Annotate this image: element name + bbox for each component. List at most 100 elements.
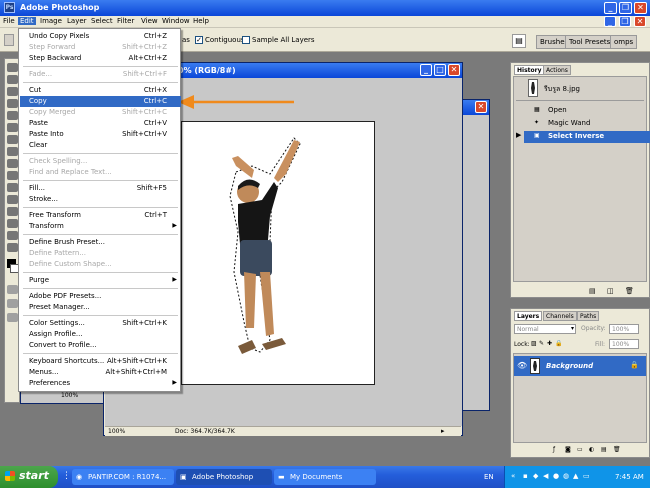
screen-mode-icon[interactable] [7,299,18,308]
restore-button[interactable]: ❐ [619,2,632,14]
adjustment-layer-icon[interactable]: ◐ [589,446,594,453]
start-button[interactable]: start [0,466,58,488]
menu-help[interactable]: Help [193,17,209,25]
gradient-tool-icon[interactable] [7,147,18,156]
doc-restore-button[interactable]: ❐ [619,16,631,27]
tray-chat-icon[interactable]: ◍ [563,472,569,480]
tab-paths[interactable]: Paths [577,311,600,321]
shape-tool-icon[interactable] [7,195,18,204]
menu-item-purge[interactable]: Purge ▶ [20,275,181,286]
tab-channels[interactable]: Channels [543,311,577,321]
menu-item-menus[interactable]: Menus... Alt+Shift+Ctrl+M [20,367,181,378]
menu-item-fill[interactable]: Fill... Shift+F5 [20,183,181,194]
healing-tool-icon[interactable] [7,99,18,108]
tray-shield-icon[interactable]: ◆ [533,472,538,480]
close-button[interactable]: ✕ [634,2,647,14]
history-snapshot-label[interactable]: รีบรูล 8.jpg [544,84,580,95]
opacity-field[interactable]: 100% [609,324,639,334]
file-browser-icon[interactable]: ▤ [512,34,526,48]
fill-field[interactable]: 100% [609,339,639,349]
tray-collapse-icon[interactable]: « [511,472,515,480]
tab-history[interactable]: History [514,65,545,75]
dodge-tool-icon[interactable] [7,159,18,168]
add-layer-style-icon[interactable]: ƒ [553,446,555,453]
lock-transparency-icon[interactable]: ▨ [531,340,537,347]
stamp-tool-icon[interactable] [7,123,18,132]
menu-select[interactable]: Select [91,17,113,25]
crop-tool-icon[interactable] [7,87,18,96]
menu-item-preferences[interactable]: Preferences ▶ [20,378,181,389]
move-tool-icon[interactable] [7,63,18,72]
document-close-button[interactable]: ✕ [448,64,460,76]
history-snapshot-thumbnail[interactable] [528,79,538,97]
tab-actions[interactable]: Actions [543,65,571,75]
delete-state-icon[interactable]: 🗑 [625,287,634,295]
hand-tool-icon[interactable] [7,231,18,240]
new-group-icon[interactable]: ▭ [577,446,583,453]
menu-window[interactable]: Window [162,17,190,25]
pen-tool-icon[interactable] [7,171,18,180]
tray-network-icon[interactable]: ▪ [523,472,528,480]
menu-item-transform[interactable]: Transform ▶ [20,221,181,232]
image-canvas[interactable] [181,121,375,385]
tab-comps[interactable]: omps [610,35,638,49]
task-adobe-photoshop[interactable]: ▣ Adobe Photoshop [176,469,272,485]
eyedropper-tool-icon[interactable] [7,219,18,228]
lock-image-icon[interactable]: ✎ [539,340,544,347]
doc-minimize-button[interactable]: _ [604,16,616,27]
zoom-level[interactable]: 100% [108,428,125,435]
brush-tool-icon[interactable] [7,111,18,120]
menu-item-define-brush-preset[interactable]: Define Brush Preset... [20,237,181,248]
history-item-magic-wand[interactable]: ✦ Magic Wand [524,118,650,130]
menu-item-clear[interactable]: Clear [20,140,181,151]
type-tool-icon[interactable] [7,183,18,192]
document-minimize-button[interactable]: _ [420,64,432,76]
task-pantip[interactable]: ◉ PANTIP.COM : R1074... [72,469,174,485]
imageready-icon[interactable] [7,313,18,322]
eye-icon[interactable]: 👁 [517,361,527,370]
new-layer-icon[interactable]: ▤ [601,446,607,453]
history-item-select-inverse[interactable]: ▣ Select Inverse [524,131,650,143]
document-maximize-button[interactable]: □ [434,64,446,76]
contiguous-checkbox[interactable]: ✓ [195,36,203,44]
lasso-tool-icon[interactable] [7,75,18,84]
lock-position-icon[interactable]: ✚ [547,340,552,347]
delete-layer-icon[interactable]: 🗑 [613,446,621,453]
secondary-close-button[interactable]: ✕ [475,101,487,113]
new-document-from-state-icon[interactable]: ▤ [589,287,596,295]
background-doc-window[interactable]: 100% [20,390,105,404]
menu-item-paste-into[interactable]: Paste Into Shift+Ctrl+V [20,129,181,140]
clock[interactable]: 7:45 AM [615,473,644,481]
menu-item-color-settings[interactable]: Color Settings... Shift+Ctrl+K [20,318,181,329]
menu-item-undo-copy-pixels[interactable]: Undo Copy Pixels Ctrl+Z [20,31,181,42]
zoom-tool-icon[interactable] [7,243,18,252]
status-scroll-right-icon[interactable]: ▸ [441,427,445,435]
eraser-tool-icon[interactable] [7,135,18,144]
doc-close-button[interactable]: ✕ [634,16,646,27]
menu-view[interactable]: View [141,17,158,25]
tray-monitor-icon[interactable]: ▭ [583,472,590,480]
task-my-documents[interactable]: ▬ My Documents [274,469,376,485]
language-indicator[interactable]: EN [484,473,494,481]
menu-item-keyboard-shortcuts[interactable]: Keyboard Shortcuts... Alt+Shift+Ctrl+K [20,356,181,367]
menu-item-copy[interactable]: Copy Ctrl+C [20,96,181,107]
menu-image[interactable]: Image [40,17,62,25]
new-snapshot-icon[interactable]: ◫ [607,287,614,295]
tray-volume-icon[interactable]: ◀ [543,472,548,480]
history-item-open[interactable]: ▦ Open [524,105,650,117]
menu-file[interactable]: File [3,17,15,25]
add-mask-icon[interactable]: ◙ [565,446,571,453]
tab-tool-presets[interactable]: Tool Presets [565,35,615,49]
menu-item-cut[interactable]: Cut Ctrl+X [20,85,181,96]
tool-preset-picker[interactable] [4,34,14,46]
menu-edit[interactable]: Edit [18,17,36,25]
menu-item-assign-profile[interactable]: Assign Profile... [20,329,181,340]
menu-item-preset-manager[interactable]: Preset Manager... [20,302,181,313]
tab-layers[interactable]: Layers [514,311,543,321]
menu-item-convert-to-profile[interactable]: Convert to Profile... [20,340,181,351]
blend-mode-select[interactable]: Normal ▾ [514,324,576,334]
tray-update-icon[interactable]: ▲ [573,472,578,480]
quick-mask-icon[interactable] [7,285,18,294]
menu-layer[interactable]: Layer [67,17,87,25]
layer-row-background[interactable]: 👁 Background 🔒 [514,356,646,376]
